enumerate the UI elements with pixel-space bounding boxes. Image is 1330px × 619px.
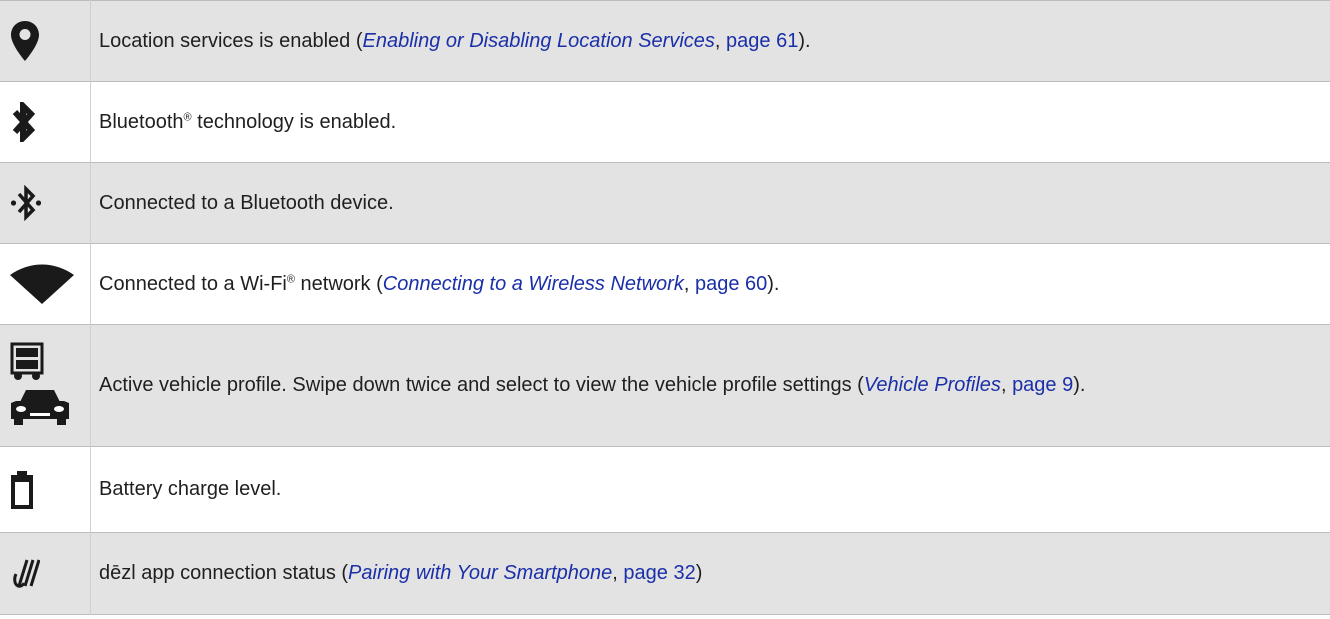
wifi-icon: [0, 264, 90, 304]
battery-icon: [0, 470, 90, 510]
vehicle-icons: [0, 342, 90, 426]
row-description: Location services is enabled (Enabling o…: [99, 29, 811, 52]
table-row-location: Location services is enabled (Enabling o…: [0, 0, 1330, 82]
registered-mark: ®: [183, 110, 192, 123]
table-row-bluetooth-connected: Connected to a Bluetooth device.: [0, 162, 1330, 244]
dezl-app-icon: [0, 554, 90, 594]
bluetooth-icon: [0, 102, 90, 142]
row-description: Connected to a Wi-Fi® network (Connectin…: [99, 272, 780, 295]
row-description: dēzl app connection status (Pairing with…: [99, 562, 703, 584]
table-row-vehicle-profile: Active vehicle profile. Swipe down twice…: [0, 324, 1330, 447]
icon-cell: [0, 81, 91, 163]
table-row-bluetooth: Bluetooth® technology is enabled.: [0, 81, 1330, 163]
cross-reference-link[interactable]: Connecting to a Wireless Network: [383, 273, 684, 295]
status-icons-table: Location services is enabled (Enabling o…: [0, 0, 1330, 615]
cross-reference-link[interactable]: Vehicle Profiles: [864, 374, 1001, 396]
car-icon: [11, 389, 69, 425]
bluetooth-connected-icon: [0, 183, 90, 223]
row-description: Connected to a Bluetooth device.: [99, 191, 394, 214]
page-reference-link[interactable]: page 32: [623, 562, 695, 584]
row-description: Active vehicle profile. Swipe down twice…: [99, 374, 1086, 396]
icon-cell: [0, 243, 91, 325]
cross-reference-link[interactable]: Pairing with Your Smartphone: [348, 562, 612, 584]
icon-cell: [0, 324, 91, 447]
page-reference-link[interactable]: page 60: [695, 273, 767, 295]
table-row-battery: Battery charge level.: [0, 446, 1330, 533]
row-description: Battery charge level.: [99, 478, 282, 500]
table-row-wifi: Connected to a Wi-Fi® network (Connectin…: [0, 243, 1330, 325]
icon-cell: [0, 162, 91, 244]
cross-reference-link[interactable]: Enabling or Disabling Location Services: [362, 30, 714, 52]
page-reference-link[interactable]: page 61: [726, 30, 798, 52]
registered-mark: ®: [286, 272, 295, 285]
row-text: Location services is enabled (: [99, 29, 363, 52]
location-pin-icon: [0, 20, 90, 62]
row-description: Bluetooth® technology is enabled.: [99, 110, 397, 133]
icon-cell: [0, 446, 91, 533]
page-reference-link[interactable]: page 9: [1012, 374, 1073, 396]
icon-cell: [0, 532, 91, 615]
icon-cell: [0, 0, 91, 82]
truck-icon: [10, 342, 44, 380]
table-row-dezl-app: dēzl app connection status (Pairing with…: [0, 532, 1330, 615]
